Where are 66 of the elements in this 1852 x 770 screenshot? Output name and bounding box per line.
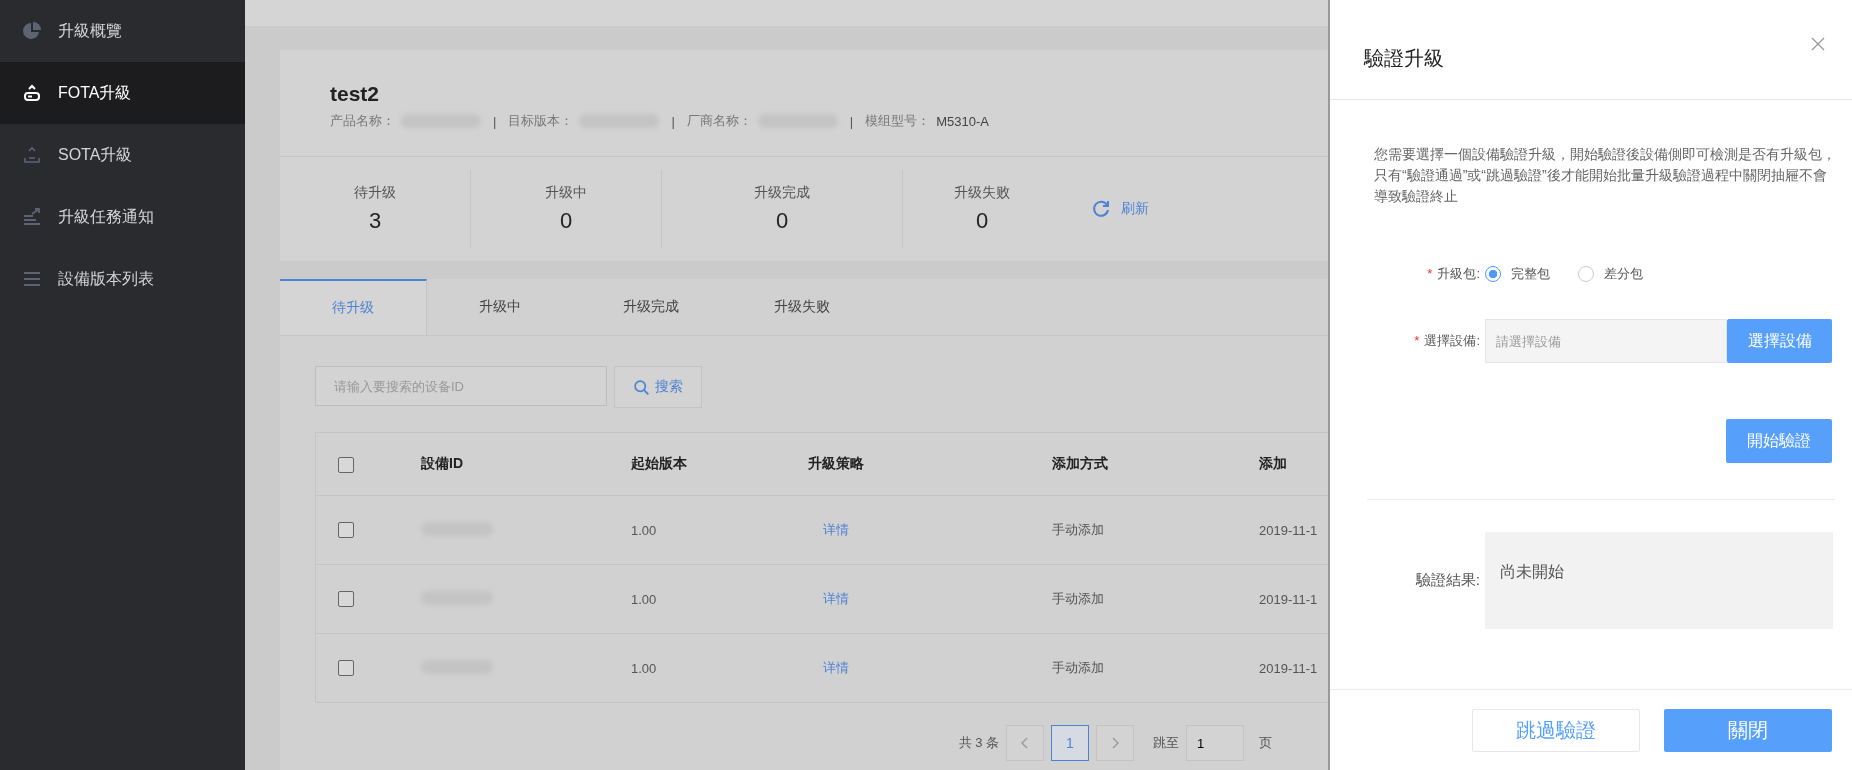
stat-value: 0 bbox=[559, 208, 573, 234]
table-cell: 2019-11-1 bbox=[1259, 591, 1318, 607]
sidebar-item[interactable]: FOTA升級 bbox=[0, 62, 245, 124]
table-cell: 1.00 bbox=[631, 591, 657, 607]
field-label: * 升級包: bbox=[1426, 265, 1481, 283]
stat-value: 0 bbox=[975, 208, 989, 234]
table-cell: 1.00 bbox=[631, 660, 657, 676]
jump-label: 跳至 bbox=[1153, 734, 1179, 752]
column-header: 升級策略 bbox=[808, 455, 864, 471]
search-icon bbox=[633, 378, 650, 396]
refresh-icon bbox=[1091, 199, 1111, 219]
stat-label: 升级中 bbox=[545, 184, 587, 202]
device-field[interactable]: 請選擇設備 bbox=[1485, 319, 1727, 363]
table-cell: 手动添加 bbox=[1052, 522, 1104, 537]
sidebar-item[interactable]: 設備版本列表 bbox=[0, 248, 245, 310]
table-cell: 1.00 bbox=[631, 522, 657, 538]
result-text: 尚未開始 bbox=[1500, 563, 1564, 580]
radio-option[interactable]: 完整包 bbox=[1485, 265, 1550, 283]
chevron-left-icon bbox=[1020, 735, 1030, 751]
column-header: 設備ID bbox=[421, 455, 463, 471]
description-text: 您需要選擇一個設備驗證升級，開始驗證後設備側即可檢測是否有升級包，只有“驗證通過”或“跳過驗證”後才能開始批量升級驗證過程中關閉抽屜不會導致驗證終止 bbox=[1374, 145, 1836, 206]
column-header: 起始版本 bbox=[631, 455, 687, 471]
product-title: test2 bbox=[330, 82, 381, 106]
drawer-title: 驗證升級 bbox=[1364, 46, 1444, 71]
upload-tray-icon bbox=[22, 145, 42, 165]
stat-label: 升级失败 bbox=[954, 184, 1010, 202]
field-label: * 選擇設備: bbox=[1413, 332, 1481, 350]
stat-value: 0 bbox=[775, 208, 789, 234]
tab[interactable]: 升级完成 bbox=[573, 279, 729, 335]
sidebar-item[interactable]: 升級任務通知 bbox=[0, 186, 245, 248]
sidebar-item[interactable]: SOTA升級 bbox=[0, 124, 245, 186]
close-icon[interactable] bbox=[1810, 35, 1826, 52]
column-header: 添加方式 bbox=[1052, 455, 1108, 471]
list-icon bbox=[22, 269, 42, 289]
info-label: 模组型号： bbox=[865, 112, 931, 130]
chevron-right-icon bbox=[1110, 735, 1120, 751]
checkbox[interactable] bbox=[338, 660, 354, 677]
separator: | bbox=[671, 113, 675, 129]
table-cell: 手动添加 bbox=[1052, 660, 1104, 675]
table-cell: 2019-11-1 bbox=[1259, 660, 1318, 676]
table-cell: 2019-11-1 bbox=[1259, 522, 1318, 538]
info-label: 目标版本： bbox=[508, 112, 574, 130]
page-input[interactable]: 1 bbox=[1186, 725, 1244, 761]
page-unit: 页 bbox=[1259, 734, 1272, 752]
pie-chart-icon bbox=[22, 21, 42, 41]
column-header: 添加 bbox=[1259, 455, 1287, 471]
total-count: 共 3 条 bbox=[958, 734, 999, 752]
info-value: M5310-A bbox=[936, 113, 989, 129]
separator: | bbox=[493, 113, 497, 129]
separator: | bbox=[849, 113, 854, 129]
table-cell: 手动添加 bbox=[1052, 591, 1104, 606]
checkbox[interactable] bbox=[338, 456, 354, 473]
radio-option[interactable]: 差分包 bbox=[1578, 265, 1643, 283]
tab[interactable]: 升级失败 bbox=[729, 279, 875, 335]
field-label: 驗證結果: bbox=[1414, 571, 1481, 590]
list-arrow-icon bbox=[22, 207, 42, 227]
stat-label: 升级完成 bbox=[754, 184, 810, 202]
tab[interactable]: 升级中 bbox=[427, 279, 573, 335]
sidebar-item[interactable]: 升級概覽 bbox=[0, 0, 245, 62]
upload-box-icon bbox=[22, 83, 42, 103]
stat-label: 待升级 bbox=[354, 184, 396, 202]
checkbox[interactable] bbox=[338, 591, 354, 608]
checkbox[interactable] bbox=[338, 522, 354, 539]
info-label: 厂商名称： bbox=[686, 112, 752, 130]
info-label: 产品名称： bbox=[330, 112, 395, 130]
stat-value: 3 bbox=[368, 208, 382, 234]
